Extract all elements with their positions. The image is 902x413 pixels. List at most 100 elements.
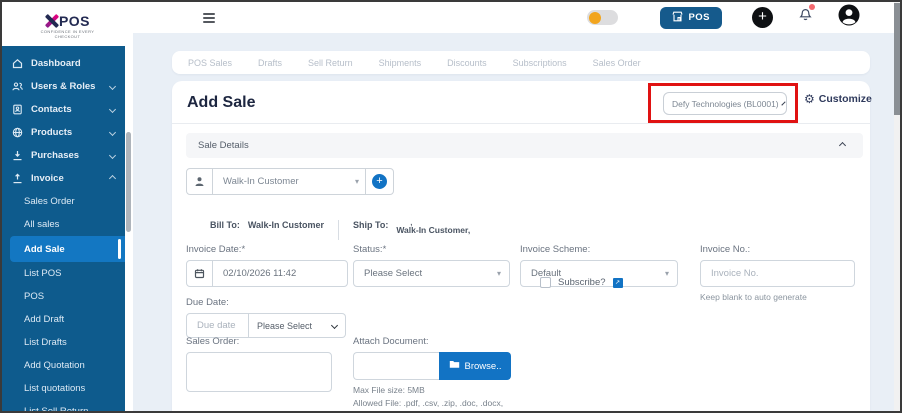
browse-button[interactable]: Browse.. <box>439 352 511 380</box>
ship-to-label: Ship To: <box>353 220 388 230</box>
divider <box>338 220 339 240</box>
plus-icon: + <box>372 174 387 189</box>
tab-drafts[interactable]: Drafts <box>258 58 282 68</box>
users-icon <box>12 81 24 93</box>
logo-text: POS <box>59 13 90 29</box>
customer-select[interactable]: Walk-In Customer ▾ <box>213 169 365 194</box>
main-area: POS + POS Sales Drafts Sell Return <box>133 2 900 411</box>
invoice-date-field: Invoice Date:* 02/10/2026 11:42 <box>186 244 348 287</box>
invoice-date-input[interactable]: 02/10/2026 11:42 <box>186 260 348 287</box>
sidebar-subitem-add-sale[interactable]: Add Sale <box>10 236 125 262</box>
file-input[interactable] <box>353 352 439 380</box>
contacts-icon <box>12 104 24 116</box>
status-field: Status:* Please Select ▾ <box>353 244 510 287</box>
ship-to-value: , Walk-In Customer, <box>396 220 470 234</box>
logo-x-icon <box>45 14 58 28</box>
invoice-no-input[interactable] <box>701 261 854 286</box>
sales-order-field: Sales Order: <box>186 336 332 397</box>
add-new-button[interactable]: + <box>752 7 773 28</box>
sales-order-label: Sales Order: <box>186 336 332 347</box>
sidebar-scrollbar[interactable] <box>126 132 131 232</box>
bill-to-label: Bill To: <box>210 220 240 230</box>
sidebar-subitem-sales-order[interactable]: Sales Order <box>2 190 125 213</box>
bill-ship-row: Bill To: Walk-In Customer Ship To: , Wal… <box>210 220 470 240</box>
sidebar-item-users-roles[interactable]: Users & Roles <box>2 75 125 98</box>
invoice-no-help: Keep blank to auto generate <box>700 292 855 302</box>
products-icon <box>12 127 24 139</box>
gear-icon: ⚙ <box>804 93 815 105</box>
sales-order-input[interactable] <box>186 352 332 392</box>
max-file-size-text: Max File size: 5MB <box>353 385 511 395</box>
status-label: Status:* <box>353 244 510 255</box>
sidebar-subitem-list-drafts[interactable]: List Drafts <box>2 331 125 354</box>
tab-sales-order[interactable]: Sales Order <box>593 58 641 68</box>
caret-down-icon: ▾ <box>665 269 669 278</box>
bell-icon <box>799 9 812 26</box>
logo-tagline: CONFIDENCE IN EVERY CHECKOUT <box>33 30 103 39</box>
invoice-scheme-label: Invoice Scheme: <box>520 244 678 255</box>
subscribe-checkbox[interactable] <box>540 277 551 288</box>
user-avatar[interactable] <box>838 4 860 31</box>
chevron-down-icon <box>781 101 785 105</box>
business-location-select[interactable]: Defy Technologies (BL0001) <box>663 92 787 115</box>
add-sale-card: Add Sale Defy Technologies (BL0001) ⚙ Cu… <box>172 81 870 413</box>
tab-discounts[interactable]: Discounts <box>447 58 487 68</box>
caret-down-icon: ▾ <box>497 269 501 278</box>
add-customer-button[interactable]: + <box>365 169 393 194</box>
allowed-files-text-1: Allowed File: .pdf, .csv, .zip, .doc, .d… <box>353 398 511 408</box>
tab-sell-return[interactable]: Sell Return <box>308 58 353 68</box>
chevron-down-icon <box>109 152 116 159</box>
sidebar-subitem-list-sell-return[interactable]: List Sell Return <box>2 400 125 411</box>
invoice-date-label: Invoice Date:* <box>186 244 348 255</box>
customize-button[interactable]: ⚙ Customize <box>804 93 872 105</box>
chevron-up-icon <box>109 175 116 182</box>
hamburger-menu-icon[interactable] <box>203 11 215 25</box>
sidebar-subitem-add-quotation[interactable]: Add Quotation <box>2 354 125 377</box>
status-select[interactable]: Please Select ▾ <box>353 260 510 287</box>
sidebar-nav: Dashboard Users & Roles Contacts <box>2 46 125 411</box>
attach-document-label: Attach Document: <box>353 336 511 347</box>
sale-details-panel-header[interactable]: Sale Details <box>186 133 863 158</box>
sidebar-item-contacts[interactable]: Contacts <box>2 98 125 121</box>
folder-icon <box>449 360 460 372</box>
download-icon <box>12 150 24 162</box>
upload-icon <box>12 173 24 185</box>
collapse-chevron-icon <box>839 142 846 149</box>
page-scrollbar[interactable] <box>894 2 900 411</box>
xpos-logo: POS CONFIDENCE IN EVERY CHECKOUT <box>2 2 133 46</box>
sidebar-subitem-list-quotations[interactable]: List quotations <box>2 377 125 400</box>
home-icon <box>12 58 24 70</box>
tab-pos-sales[interactable]: POS Sales <box>188 58 232 68</box>
tab-shipments[interactable]: Shipments <box>379 58 422 68</box>
invoice-no-label: Invoice No.: <box>700 244 855 255</box>
page-title: Add Sale <box>187 94 255 112</box>
due-date-field: Due Date: Please Select <box>186 297 346 338</box>
sidebar-item-dashboard[interactable]: Dashboard <box>2 52 125 75</box>
page-content: POS Sales Drafts Sell Return Shipments D… <box>133 33 900 411</box>
store-icon <box>672 11 683 25</box>
due-date-input[interactable] <box>187 314 248 337</box>
card-header: Add Sale Defy Technologies (BL0001) ⚙ Cu… <box>172 81 870 124</box>
sidebar-subitem-add-draft[interactable]: Add Draft <box>2 308 125 331</box>
subscribe-info-icon[interactable]: ↗ <box>613 278 623 288</box>
tab-subscriptions[interactable]: Subscriptions <box>513 58 567 68</box>
top-header: POS + <box>133 2 900 33</box>
pos-button[interactable]: POS <box>660 7 722 29</box>
toggle-knob <box>589 12 601 24</box>
due-date-select[interactable]: Please Select <box>249 313 346 338</box>
notifications-button[interactable] <box>799 8 812 27</box>
caret-down-icon: ▾ <box>355 177 359 186</box>
theme-toggle[interactable] <box>587 10 618 25</box>
sidebar-item-products[interactable]: Products <box>2 121 125 144</box>
sale-details-form: Sale Details Walk-In Customer ▾ + <box>172 124 870 413</box>
sidebar-subitem-all-sales[interactable]: All sales <box>2 213 125 236</box>
sidebar: POS CONFIDENCE IN EVERY CHECKOUT Dashboa… <box>2 2 133 411</box>
sidebar-item-purchases[interactable]: Purchases <box>2 144 125 167</box>
notification-badge <box>809 4 815 10</box>
invoice-no-field: Invoice No.: Keep blank to auto generate <box>700 244 855 302</box>
sidebar-subitem-pos[interactable]: POS <box>2 285 125 308</box>
scrollbar-thumb[interactable] <box>894 3 900 115</box>
due-date-label: Due Date: <box>186 297 346 308</box>
sidebar-subitem-list-pos[interactable]: List POS <box>2 262 125 285</box>
sidebar-item-invoice[interactable]: Invoice <box>2 167 125 190</box>
